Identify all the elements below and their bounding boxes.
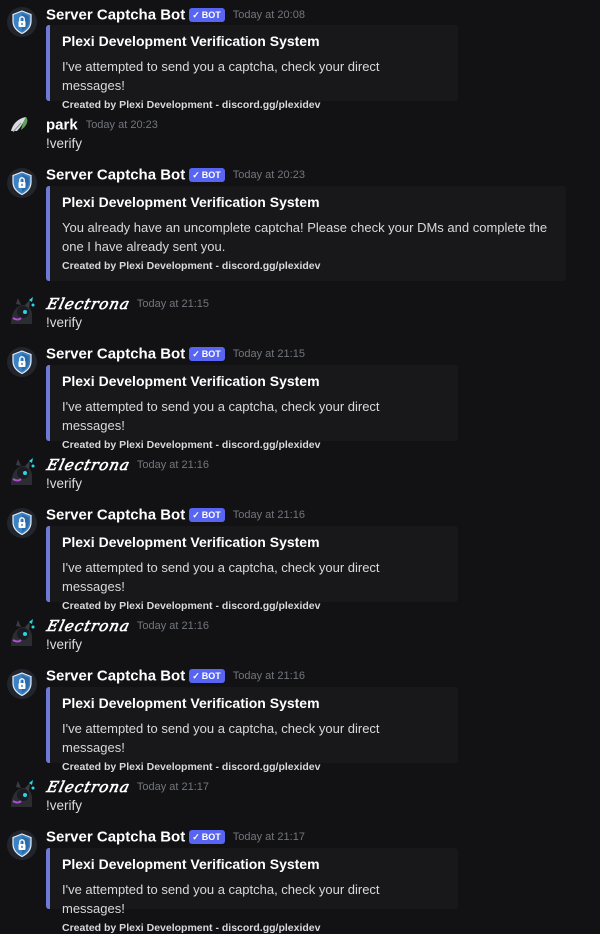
embed: Plexi Development Verification System I'… [46, 848, 458, 934]
timestamp: Today at 21:16 [136, 459, 210, 471]
embed-description: You already have an uncomplete captcha! … [62, 220, 548, 254]
embed: Plexi Development Verification System I'… [46, 25, 458, 111]
embed-description: I've attempted to send you a captcha, ch… [62, 721, 380, 755]
bot-badge-label: BOT [201, 169, 221, 180]
check-icon: ✓ [192, 169, 200, 180]
message-content: !verify [46, 136, 83, 151]
message-header: Server Captcha Bot ✓ BOT Today at 21:17 [46, 828, 305, 846]
shield-lock-icon[interactable] [7, 7, 37, 37]
embed-title: Plexi Development Verification System [62, 695, 320, 711]
author-name[interactable]: Server Captcha Bot [46, 667, 185, 684]
timestamp: Today at 21:16 [232, 669, 305, 682]
message-header: 𝐸𝑙𝑒𝑐𝑡𝑟𝑜𝑛𝑎 Today at 21:15 [46, 295, 209, 313]
check-icon: ✓ [192, 831, 200, 842]
embed-title: Plexi Development Verification System [62, 194, 320, 210]
embed-title: Plexi Development Verification System [62, 856, 320, 872]
embed-description: I've attempted to send you a captcha, ch… [62, 882, 380, 916]
timestamp: Today at 20:23 [85, 118, 158, 131]
avatar[interactable] [7, 779, 37, 809]
bot-badge: ✓ BOT [189, 668, 225, 683]
embed: Plexi Development Verification System I'… [46, 365, 458, 451]
timestamp: Today at 21:15 [232, 347, 305, 360]
timestamp: Today at 20:08 [232, 8, 305, 21]
author-name[interactable]: park [46, 116, 78, 133]
timestamp: Today at 21:17 [232, 830, 305, 843]
embed: Plexi Development Verification System Yo… [46, 186, 566, 281]
bot-badge: ✓ BOT [189, 7, 225, 22]
embed-title: Plexi Development Verification System [62, 534, 320, 550]
embed-title: Plexi Development Verification System [62, 373, 320, 389]
bot-badge-label: BOT [201, 348, 221, 359]
shield-lock-icon[interactable] [7, 669, 37, 699]
bot-badge-label: BOT [201, 670, 221, 681]
timestamp: Today at 21:16 [136, 620, 210, 632]
timestamp: Today at 21:15 [136, 298, 210, 310]
message-content: !verify [46, 798, 83, 813]
message-header: Server Captcha Bot ✓ BOT Today at 20:23 [46, 166, 305, 184]
bot-badge: ✓ BOT [189, 346, 225, 361]
avatar[interactable] [7, 618, 37, 648]
embed-footer: Created by Plexi Development - discord.g… [62, 922, 321, 934]
message-header: Server Captcha Bot ✓ BOT Today at 21:15 [46, 345, 305, 363]
message-header: 𝐸𝑙𝑒𝑐𝑡𝑟𝑜𝑛𝑎 Today at 21:16 [46, 456, 209, 474]
check-icon: ✓ [192, 348, 200, 359]
bot-badge-label: BOT [201, 831, 221, 842]
message-content: !verify [46, 315, 83, 330]
bot-badge-label: BOT [201, 509, 221, 520]
embed-description: I've attempted to send you a captcha, ch… [62, 560, 380, 594]
message-content: !verify [46, 637, 83, 652]
message-header: Server Captcha Bot ✓ BOT Today at 20:08 [46, 6, 305, 24]
timestamp: Today at 20:23 [232, 168, 305, 181]
avatar[interactable] [7, 111, 37, 141]
avatar[interactable] [7, 457, 37, 487]
shield-lock-icon[interactable] [7, 168, 37, 198]
message-header: 𝐸𝑙𝑒𝑐𝑡𝑟𝑜𝑛𝑎 Today at 21:16 [46, 617, 209, 635]
message-header: Server Captcha Bot ✓ BOT Today at 21:16 [46, 667, 305, 685]
bot-badge: ✓ BOT [189, 167, 225, 182]
author-name[interactable]: 𝐸𝑙𝑒𝑐𝑡𝑟𝑜𝑛𝑎 [46, 456, 129, 474]
shield-lock-icon[interactable] [7, 508, 37, 538]
shield-lock-icon[interactable] [7, 347, 37, 377]
bot-badge-label: BOT [201, 9, 221, 20]
author-name[interactable]: Server Captcha Bot [46, 166, 185, 183]
embed-footer: Created by Plexi Development - discord.g… [62, 600, 321, 612]
author-name[interactable]: 𝐸𝑙𝑒𝑐𝑡𝑟𝑜𝑛𝑎 [46, 778, 129, 796]
bot-badge: ✓ BOT [189, 829, 225, 844]
message-header: Server Captcha Bot ✓ BOT Today at 21:16 [46, 506, 305, 524]
message-header: park Today at 20:23 [46, 116, 158, 134]
message-content: !verify [46, 476, 83, 491]
embed-footer: Created by Plexi Development - discord.g… [62, 260, 321, 272]
author-name[interactable]: Server Captcha Bot [46, 345, 185, 362]
timestamp: Today at 21:17 [136, 781, 210, 793]
timestamp: Today at 21:16 [232, 508, 305, 521]
embed-title: Plexi Development Verification System [62, 33, 320, 49]
embed: Plexi Development Verification System I'… [46, 526, 458, 612]
embed: Plexi Development Verification System I'… [46, 687, 458, 773]
check-icon: ✓ [192, 670, 200, 681]
bot-badge: ✓ BOT [189, 507, 225, 522]
author-name[interactable]: 𝐸𝑙𝑒𝑐𝑡𝑟𝑜𝑛𝑎 [46, 295, 129, 313]
author-name[interactable]: Server Captcha Bot [46, 6, 185, 23]
check-icon: ✓ [192, 509, 200, 520]
message-header: 𝐸𝑙𝑒𝑐𝑡𝑟𝑜𝑛𝑎 Today at 21:17 [46, 778, 209, 796]
embed-footer: Created by Plexi Development - discord.g… [62, 439, 321, 451]
author-name[interactable]: 𝐸𝑙𝑒𝑐𝑡𝑟𝑜𝑛𝑎 [46, 617, 129, 635]
embed-description: I've attempted to send you a captcha, ch… [62, 399, 380, 433]
embed-footer: Created by Plexi Development - discord.g… [62, 99, 321, 111]
check-icon: ✓ [192, 9, 200, 20]
author-name[interactable]: Server Captcha Bot [46, 506, 185, 523]
embed-footer: Created by Plexi Development - discord.g… [62, 761, 321, 773]
avatar[interactable] [7, 296, 37, 326]
embed-description: I've attempted to send you a captcha, ch… [62, 59, 380, 93]
author-name[interactable]: Server Captcha Bot [46, 828, 185, 845]
shield-lock-icon[interactable] [7, 830, 37, 860]
